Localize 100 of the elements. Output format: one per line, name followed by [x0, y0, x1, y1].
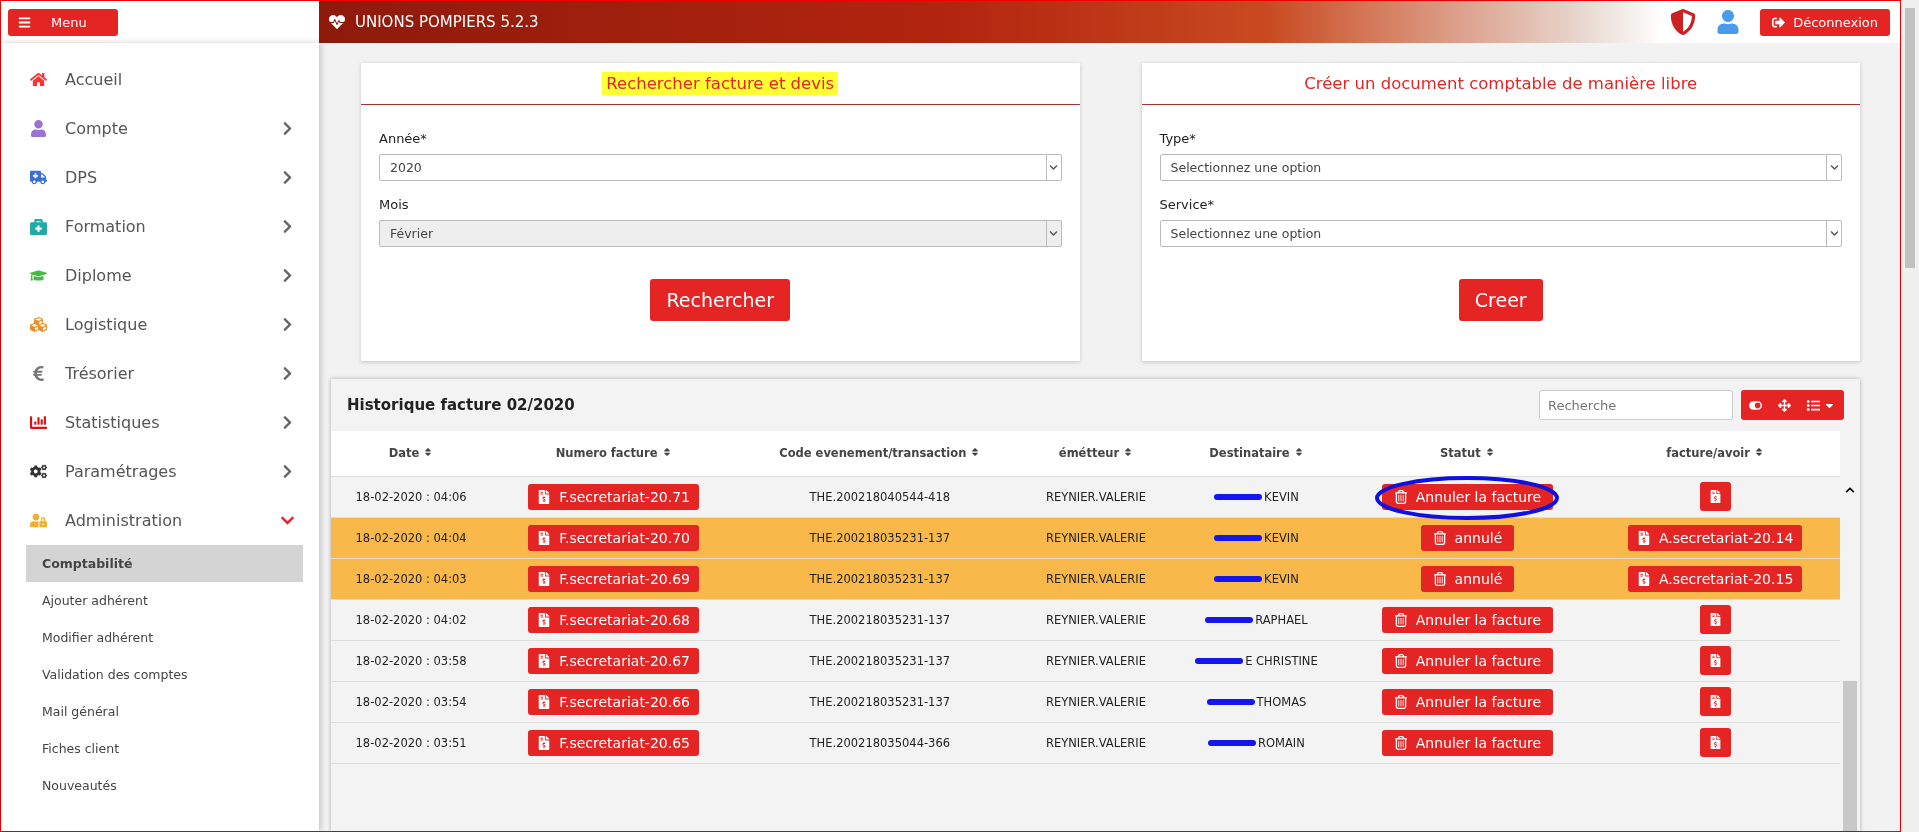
redaction-scribble	[1214, 494, 1263, 500]
trash-icon	[1432, 571, 1447, 586]
sidebar-item[interactable]: Statistiques	[1, 398, 319, 447]
submenu-item[interactable]: Ajouter adhérent	[26, 582, 303, 619]
sort-icon	[423, 447, 434, 458]
invoice-icon	[1636, 571, 1651, 586]
card-title: Créer un document comptable de manière libre	[1303, 73, 1699, 95]
cancel-button[interactable]: Annuler la facture	[1381, 483, 1554, 510]
redaction-scribble	[1206, 699, 1255, 705]
invoice-button[interactable]: F.secretariat-20.71	[528, 483, 699, 510]
table-cell: REYNIER.VALERIE	[1023, 640, 1169, 681]
sidebar-item[interactable]: Administration	[1, 496, 319, 545]
sidebar-item[interactable]: Accueil	[1, 55, 319, 104]
redaction-scribble	[1205, 617, 1254, 623]
invoice-button[interactable]: F.secretariat-20.69	[528, 565, 699, 592]
menu-item-icon	[29, 512, 47, 529]
cancel-button[interactable]: annulé	[1420, 524, 1515, 551]
chevron-up-icon	[1845, 485, 1855, 495]
menu-icon	[18, 15, 31, 29]
cancel-button[interactable]: Annuler la facture	[1381, 606, 1554, 633]
trash-icon	[1393, 653, 1408, 668]
avatar-icon[interactable]	[1716, 10, 1741, 34]
panel-title: Historique facture 02/2020	[347, 396, 576, 414]
table-cell: REYNIER.VALERIE	[1023, 722, 1169, 763]
submenu-item[interactable]: Validation des comptes	[26, 656, 303, 693]
invoice-button[interactable]: F.secretariat-20.65	[528, 729, 699, 756]
submit-button[interactable]: Creer	[1458, 279, 1543, 321]
column-header[interactable]: facture/avoir	[1590, 431, 1840, 476]
submenu-item[interactable]: Nouveautés	[26, 767, 303, 804]
column-header[interactable]: Code evenement/transaction	[735, 431, 1024, 476]
sort-icon	[661, 447, 672, 458]
logout-icon	[1772, 15, 1786, 29]
invoice-icon-button[interactable]	[1699, 687, 1731, 716]
sort-icon	[1123, 447, 1134, 458]
search-field[interactable]: Recherche	[1539, 390, 1733, 420]
invoice-icon-button[interactable]	[1699, 482, 1731, 511]
scrollbar[interactable]	[1840, 431, 1860, 831]
menu-item-icon	[29, 414, 47, 431]
sidebar-item[interactable]: Trésorier	[1, 349, 319, 398]
invoice-icon-button[interactable]	[1699, 646, 1731, 675]
table-cell: REYNIER.VALERIE	[1023, 599, 1169, 640]
submenu-item[interactable]: Fiches client	[26, 730, 303, 767]
invoice-icon	[1708, 613, 1722, 626]
submenu-item[interactable]: Comptabilité	[26, 545, 303, 582]
sidebar-item[interactable]: DPS	[1, 153, 319, 202]
credit-note-button[interactable]: A.secretariat-20.15	[1627, 565, 1803, 592]
menu-button[interactable]: Menu	[8, 8, 118, 36]
credit-note-button[interactable]: A.secretariat-20.14	[1627, 524, 1803, 551]
select-field[interactable]: Selectionnez une option	[1159, 154, 1842, 181]
invoice-icon	[1708, 736, 1722, 749]
column-header[interactable]: Statut	[1344, 431, 1591, 476]
sidebar-item[interactable]: Compte	[1, 104, 319, 153]
field-label: Mois	[379, 197, 410, 212]
invoice-icon	[537, 735, 552, 750]
trash-icon	[1432, 530, 1447, 545]
select-field[interactable]: Selectionnez une option	[1159, 220, 1842, 247]
column-header[interactable]: Numero facture	[491, 431, 736, 476]
invoice-icon	[537, 571, 552, 586]
invoice-icon-button[interactable]	[1699, 605, 1731, 634]
logout-button[interactable]: Déconnexion	[1760, 8, 1890, 36]
invoice-button[interactable]: F.secretariat-20.68	[528, 606, 699, 633]
cancel-button[interactable]: Annuler la facture	[1381, 688, 1554, 715]
sort-icon	[1293, 447, 1304, 458]
invoice-button[interactable]: F.secretariat-20.70	[528, 524, 699, 551]
menu-item-icon	[29, 218, 47, 235]
sidebar-item[interactable]: Formation	[1, 202, 319, 251]
sidebar-item[interactable]: Paramétrages	[1, 447, 319, 496]
page-scrollbar[interactable]	[1901, 0, 1919, 832]
submenu-item[interactable]: Mail général	[26, 693, 303, 730]
cancel-button[interactable]: Annuler la facture	[1381, 647, 1554, 674]
table-cell: 18-02-2020 : 03:51	[331, 722, 492, 763]
sidebar-item[interactable]: Logistique	[1, 300, 319, 349]
cancel-button[interactable]: annulé	[1420, 565, 1515, 592]
invoice-icon	[1708, 490, 1722, 503]
trash-icon	[1393, 694, 1408, 709]
column-header[interactable]: Destinataire	[1168, 431, 1345, 476]
column-header[interactable]: Date	[331, 431, 492, 476]
trash-icon	[1393, 489, 1408, 504]
select-field[interactable]: 2020	[379, 154, 1062, 181]
column-header[interactable]: émétteur	[1023, 431, 1169, 476]
invoice-icon	[537, 530, 552, 545]
menu-item-icon	[29, 71, 47, 88]
cancel-button[interactable]: Annuler la facture	[1381, 729, 1554, 756]
submit-button[interactable]: Rechercher	[650, 279, 791, 321]
table-cell: 18-02-2020 : 03:58	[331, 640, 492, 681]
submenu-item[interactable]: Modifier adhérent	[26, 619, 303, 656]
menu-item-icon	[29, 316, 47, 333]
table-cell: E CHRISTINE	[1195, 653, 1318, 668]
trash-icon	[1393, 612, 1408, 627]
sidebar-item[interactable]: Diplome	[1, 251, 319, 300]
table-cell: ROMAIN	[1208, 735, 1305, 750]
invoice-icon-button[interactable]	[1699, 728, 1731, 757]
shield-logo-icon	[1670, 9, 1697, 35]
table-cell: THOMAS	[1206, 694, 1307, 709]
menu-item-icon	[29, 267, 47, 284]
invoice-button[interactable]: F.secretariat-20.67	[528, 647, 699, 674]
invoice-button[interactable]: F.secretariat-20.66	[528, 688, 699, 715]
menu-item-icon	[29, 169, 47, 186]
table-cell: REYNIER.VALERIE	[1023, 681, 1169, 722]
card-title: Rechercher facture et devis	[602, 72, 839, 95]
